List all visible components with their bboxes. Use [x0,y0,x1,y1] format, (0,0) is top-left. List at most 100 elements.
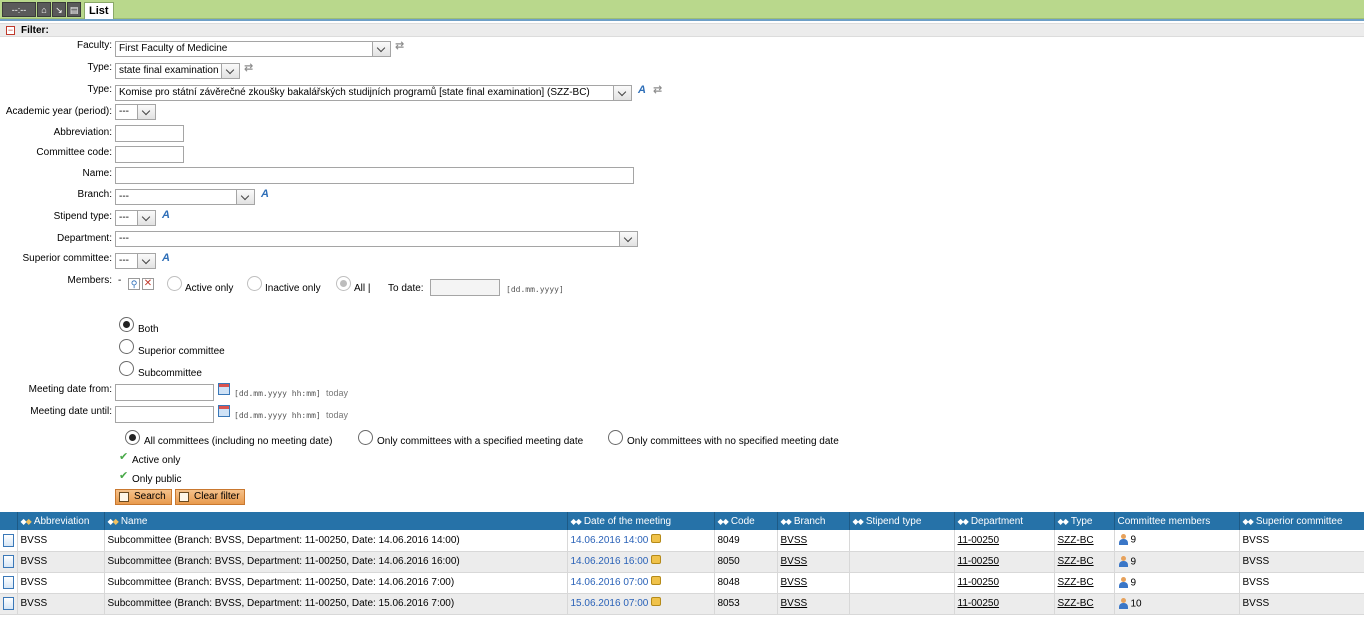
swap-icon[interactable]: ⇄ [244,62,256,74]
nav-time-button[interactable]: --:-- [2,2,36,17]
translate-icon[interactable]: A [261,188,275,201]
person-icon[interactable] [1118,576,1129,589]
level-superior-radio[interactable] [119,339,134,354]
swap-icon[interactable]: ⇄ [395,40,407,52]
cell-members[interactable]: 9 [1114,551,1240,573]
meeting-from-input[interactable] [115,384,214,401]
type-link[interactable]: SZZ-BC [1058,535,1094,546]
header-stipend-type[interactable]: ◆◆ Stipend type [849,512,955,530]
cell-members[interactable]: 9 [1114,572,1240,594]
print-icon[interactable]: ▤ [67,2,81,17]
tab-list[interactable]: List [84,2,114,19]
level-sub-radio[interactable] [119,361,134,376]
person-icon[interactable] [1118,597,1129,610]
table-row[interactable]: BVSS Subcommittee (Branch: BVSS, Departm… [0,530,1364,552]
to-date-input[interactable] [430,279,500,296]
sort-icon[interactable]: ◆◆ [958,517,969,526]
branch-select[interactable]: --- [115,189,255,205]
cell-date[interactable]: 14.06.2016 16:00 [567,551,715,573]
table-row[interactable]: BVSS Subcommittee (Branch: BVSS, Departm… [0,551,1364,573]
delete-icon[interactable]: ✕ [142,278,154,290]
header-date[interactable]: ◆◆ Date of the meeting [567,512,715,530]
clear-filter-button[interactable]: Clear filter [175,489,245,505]
members-active-radio[interactable] [167,276,182,291]
document-icon[interactable] [3,597,14,610]
branch-link[interactable]: BVSS [781,556,808,567]
calendar-icon[interactable] [218,383,230,395]
cell-members[interactable]: 9 [1114,530,1240,552]
header-code[interactable]: ◆◆ Code [714,512,778,530]
table-row[interactable]: BVSS Subcommittee (Branch: BVSS, Departm… [0,593,1364,615]
table-row[interactable]: BVSS Subcommittee (Branch: BVSS, Departm… [0,572,1364,594]
branch-link[interactable]: BVSS [781,535,808,546]
level-both-radio[interactable] [119,317,134,332]
calendar-icon[interactable] [218,405,230,417]
committee-type-select[interactable]: Komise pro státní závěrečné zkoušky baka… [115,85,632,101]
check-icon[interactable]: ✔ [119,450,128,463]
cell-department[interactable]: 11-00250 [954,572,1055,594]
department-link[interactable]: 11-00250 [958,577,1000,588]
cell-date[interactable]: 15.06.2016 07:00 [567,593,715,615]
arrow-icon[interactable]: ↘ [52,2,66,17]
header-abbreviation[interactable]: ◆◆ Abbreviation [17,512,105,530]
members-inactive-radio[interactable] [247,276,262,291]
translate-icon[interactable]: A [638,84,652,97]
cell-date[interactable]: 14.06.2016 07:00 [567,572,715,594]
branch-link[interactable]: BVSS [781,577,808,588]
sort-icon[interactable]: ◆◆ [781,517,792,526]
person-icon[interactable] [1118,555,1129,568]
type-select[interactable]: state final examination [115,63,240,79]
superior-committee-select[interactable]: --- [115,253,156,269]
type-link[interactable]: SZZ-BC [1058,556,1094,567]
sort-icon[interactable]: ◆◆ [718,517,729,526]
sort-icon[interactable]: ◆◆ [1243,517,1254,526]
today-link[interactable]: today [326,388,348,398]
header-superior-committee[interactable]: ◆◆ Superior committee [1239,512,1364,530]
cell-branch[interactable]: BVSS [777,593,850,615]
cell-type[interactable]: SZZ-BC [1054,530,1115,552]
department-select[interactable]: --- [115,231,638,247]
cell-type[interactable]: SZZ-BC [1054,593,1115,615]
cell-type[interactable]: SZZ-BC [1054,572,1115,594]
type-link[interactable]: SZZ-BC [1058,577,1094,588]
faculty-select[interactable]: First Faculty of Medicine [115,41,391,57]
date-link[interactable]: 14.06.2016 07:00 [571,577,649,588]
scope-specified-radio[interactable] [358,430,373,445]
scope-all-radio[interactable] [125,430,140,445]
document-icon[interactable] [3,576,14,589]
cell-date[interactable]: 14.06.2016 14:00 [567,530,715,552]
search-person-icon[interactable]: ⚲ [128,278,140,290]
today-link[interactable]: today [326,410,348,420]
search-button[interactable]: Search [115,489,172,505]
sort-icon[interactable]: ◆◆ [21,517,32,526]
header-type[interactable]: ◆◆ Type [1054,512,1115,530]
type-link[interactable]: SZZ-BC [1058,598,1094,609]
sort-icon[interactable]: ◆◆ [853,517,864,526]
academic-year-select[interactable]: --- [115,104,156,120]
scope-none-radio[interactable] [608,430,623,445]
members-all-radio[interactable] [336,276,351,291]
translate-icon[interactable]: A [162,252,176,265]
branch-link[interactable]: BVSS [781,598,808,609]
cell-department[interactable]: 11-00250 [954,551,1055,573]
sort-icon[interactable]: ◆◆ [571,517,582,526]
cell-branch[interactable]: BVSS [777,551,850,573]
abbreviation-input[interactable] [115,125,184,142]
committee-code-input[interactable] [115,146,184,163]
header-department[interactable]: ◆◆ Department [954,512,1055,530]
cell-members[interactable]: 10 [1114,593,1240,615]
check-icon[interactable]: ✔ [119,469,128,482]
collapse-icon[interactable]: − [6,26,15,35]
cell-branch[interactable]: BVSS [777,572,850,594]
cell-department[interactable]: 11-00250 [954,530,1055,552]
swap-icon[interactable]: ⇄ [653,84,665,96]
date-link[interactable]: 15.06.2016 07:00 [571,598,649,609]
sort-icon[interactable]: ◆◆ [108,517,119,526]
date-link[interactable]: 14.06.2016 14:00 [571,535,649,546]
stipend-type-select[interactable]: --- [115,210,156,226]
home-icon[interactable]: ⌂ [37,2,51,17]
meeting-until-input[interactable] [115,406,214,423]
header-branch[interactable]: ◆◆ Branch [777,512,850,530]
department-link[interactable]: 11-00250 [958,556,1000,567]
document-icon[interactable] [3,533,14,547]
